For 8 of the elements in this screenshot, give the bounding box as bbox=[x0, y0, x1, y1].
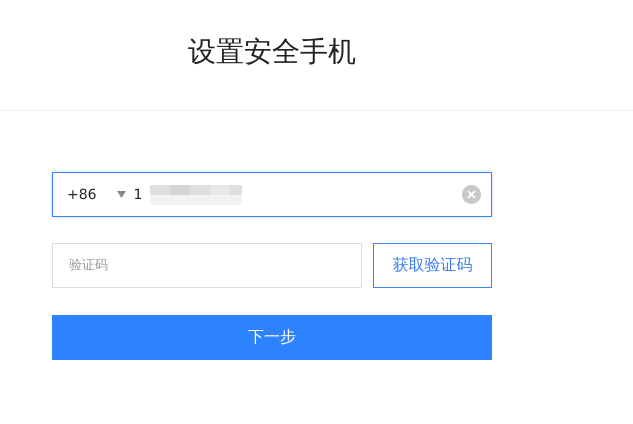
country-code[interactable]: +86 bbox=[67, 186, 97, 202]
phone-field[interactable]: +86 1 bbox=[52, 172, 492, 217]
get-code-button[interactable]: 获取验证码 bbox=[373, 243, 492, 288]
phone-value: 1 bbox=[134, 186, 142, 202]
code-field[interactable]: 验证码 bbox=[52, 243, 362, 288]
caret-icon[interactable] bbox=[116, 191, 126, 198]
page-title: 设置安全手机 bbox=[188, 34, 356, 70]
next-button[interactable]: 下一步 bbox=[52, 315, 492, 360]
